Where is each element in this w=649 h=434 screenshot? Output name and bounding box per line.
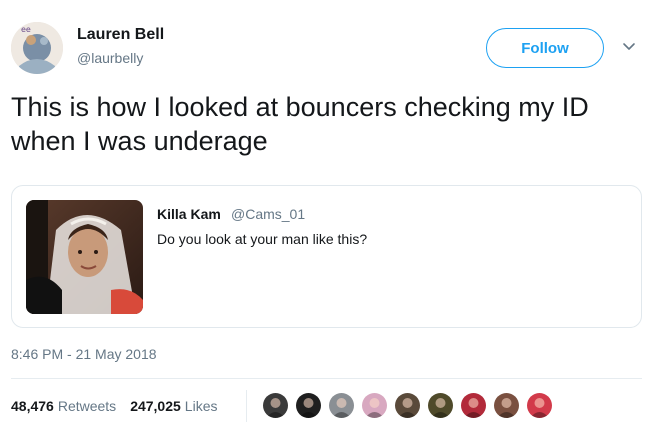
liker-avatars [263, 393, 560, 418]
quoted-tweet-card[interactable]: Killa Kam @Cams_01 Do you look at your m… [11, 185, 642, 328]
liker-avatar-7-icon[interactable] [461, 393, 486, 418]
tweet-text: This is how I looked at bouncers checkin… [11, 92, 589, 156]
retweets-stat[interactable]: 48,476 Retweets [11, 398, 116, 414]
liker-avatar-1-icon[interactable] [263, 393, 288, 418]
retweets-count: 48,476 [11, 398, 54, 414]
author-display-name[interactable]: Lauren Bell [77, 26, 164, 44]
liker-avatar-8-icon[interactable] [494, 393, 519, 418]
likes-count: 247,025 [130, 398, 181, 414]
liker-avatar-3-icon[interactable] [329, 393, 354, 418]
tweet-stats: 48,476 Retweets 247,025 Likes [11, 398, 217, 414]
stats-separator [246, 390, 247, 422]
author-handle[interactable]: @laurbelly [77, 50, 143, 66]
liker-avatar-4-icon[interactable] [362, 393, 387, 418]
quoted-tweet-text: Do you look at your man like this? [157, 231, 368, 247]
quoted-handle[interactable]: @Cams_01 [231, 206, 305, 222]
quoted-tweet-photo[interactable] [26, 200, 143, 314]
author-avatar[interactable]: ee [11, 22, 63, 74]
liker-avatar-6-icon[interactable] [428, 393, 453, 418]
chevron-down-icon[interactable] [622, 40, 636, 54]
liker-avatar-9-icon[interactable] [527, 393, 552, 418]
divider [11, 378, 642, 379]
likes-stat[interactable]: 247,025 Likes [130, 398, 217, 414]
retweets-label: Retweets [57, 398, 117, 414]
svg-text:ee: ee [21, 25, 31, 34]
profile-avatar-icon: ee [11, 22, 63, 74]
quoted-photo-image [26, 200, 143, 314]
follow-button[interactable]: Follow [486, 28, 604, 68]
liker-avatar-2-icon[interactable] [296, 393, 321, 418]
likes-label: Likes [184, 398, 218, 414]
liker-avatar-5-icon[interactable] [395, 393, 420, 418]
quoted-display-name[interactable]: Killa Kam [157, 206, 221, 222]
tweet-timestamp[interactable]: 8:46 PM - 21 May 2018 [11, 346, 157, 362]
